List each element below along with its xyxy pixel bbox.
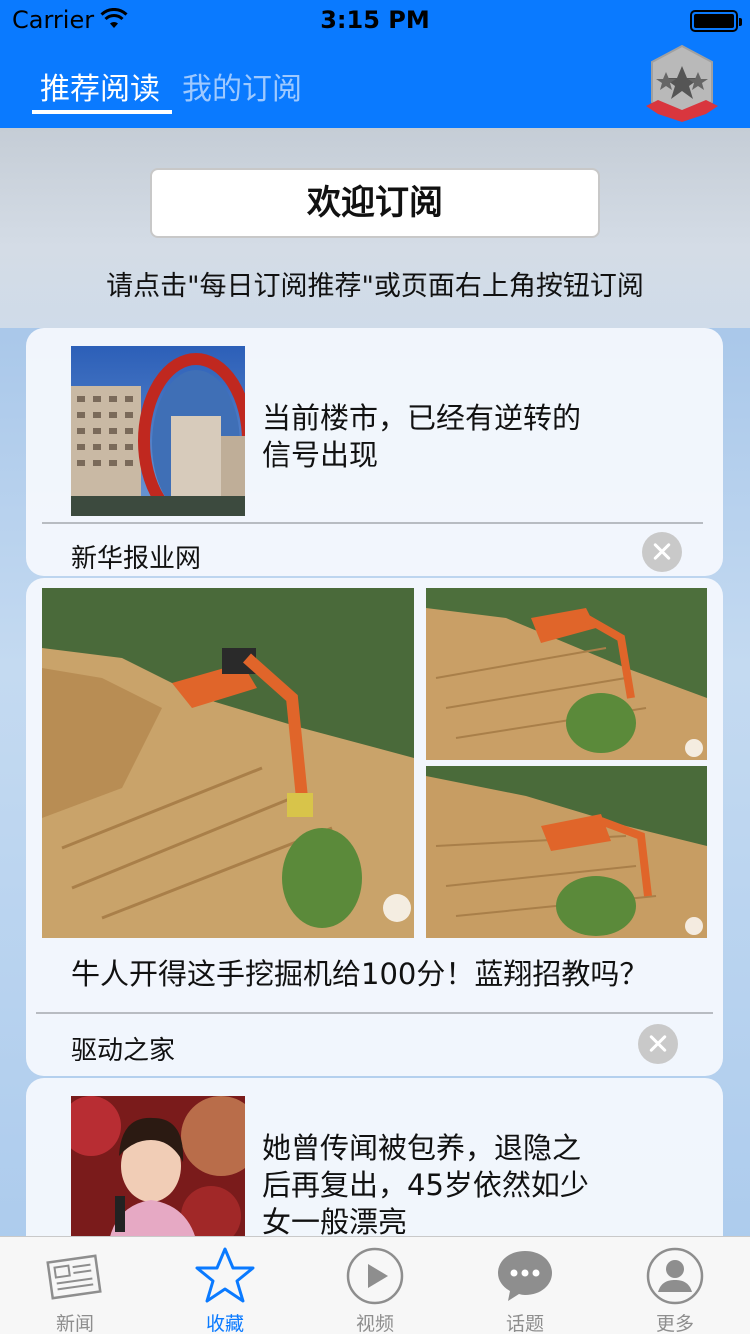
- article-image-small: [426, 766, 707, 938]
- tab-more[interactable]: 更多: [600, 1237, 750, 1334]
- article-headline[interactable]: 当前楼市，已经有逆转的 信号出现: [262, 400, 622, 474]
- tab-label: 话题: [505, 1313, 544, 1334]
- tab-my-subscriptions[interactable]: 我的订阅: [182, 64, 302, 108]
- article-image-large: [42, 588, 414, 938]
- article-thumbnail: [71, 1096, 245, 1254]
- tab-label: 更多: [655, 1313, 694, 1334]
- article-headline[interactable]: 她曾传闻被包养，退隐之 后再复出，45岁依然如少 女一般漂亮: [262, 1130, 622, 1241]
- card-divider: [36, 1012, 713, 1014]
- article-source: 驱动之家: [71, 1036, 176, 1066]
- tab-video[interactable]: 视频: [300, 1237, 450, 1334]
- dismiss-close-icon[interactable]: [638, 1024, 678, 1064]
- status-bar: Carrier 3:15 PM: [0, 0, 750, 40]
- newspaper-icon: [46, 1254, 102, 1300]
- welcome-section: 欢迎订阅 请点击"每日订阅推荐"或页面右上角按钮订阅: [0, 128, 750, 328]
- article-thumbnail: [71, 346, 245, 516]
- headline-line: 她曾传闻被包养，退隐之: [262, 1131, 582, 1165]
- clock: 3:15 PM: [320, 6, 430, 34]
- chat-bubble-icon: [498, 1251, 552, 1301]
- headline-line: 后再复出，45岁依然如少: [262, 1168, 589, 1202]
- card-divider: [42, 522, 703, 524]
- bottom-tab-bar: 新闻 收藏 视频 话题 更多: [0, 1236, 750, 1334]
- nav-bar: 推荐阅读 我的订阅: [0, 40, 750, 128]
- tab-favorites[interactable]: 收藏: [150, 1237, 300, 1334]
- active-tab-indicator: [32, 110, 172, 114]
- badge-star-icon[interactable]: [644, 44, 720, 124]
- article-image-small: [426, 588, 707, 760]
- news-card[interactable]: 牛人开得这手挖掘机给100分！蓝翔招教吗？ 驱动之家: [26, 578, 723, 1076]
- welcome-subscribe-button[interactable]: 欢迎订阅: [150, 168, 600, 238]
- dismiss-close-icon[interactable]: [642, 532, 682, 572]
- tab-news[interactable]: 新闻: [0, 1237, 150, 1334]
- play-icon: [346, 1247, 404, 1305]
- battery-icon: [690, 10, 742, 32]
- article-headline[interactable]: 牛人开得这手挖掘机给100分！蓝翔招教吗？: [71, 956, 711, 993]
- headline-line: 当前楼市，已经有逆转的: [262, 401, 582, 435]
- tab-recommended-reading[interactable]: 推荐阅读: [40, 64, 160, 108]
- article-source: 新华报业网: [71, 544, 202, 574]
- star-icon: [195, 1247, 255, 1303]
- user-icon: [646, 1247, 704, 1305]
- news-card[interactable]: 当前楼市，已经有逆转的 信号出现 新华报业网: [26, 328, 723, 576]
- tab-label: 视频: [355, 1313, 394, 1334]
- tab-label: 新闻: [55, 1313, 94, 1334]
- tab-topics[interactable]: 话题: [450, 1237, 600, 1334]
- subscribe-hint: 请点击"每日订阅推荐"或页面右上角按钮订阅: [106, 271, 644, 302]
- headline-line: 信号出现: [262, 438, 379, 472]
- tab-label: 收藏: [205, 1313, 244, 1334]
